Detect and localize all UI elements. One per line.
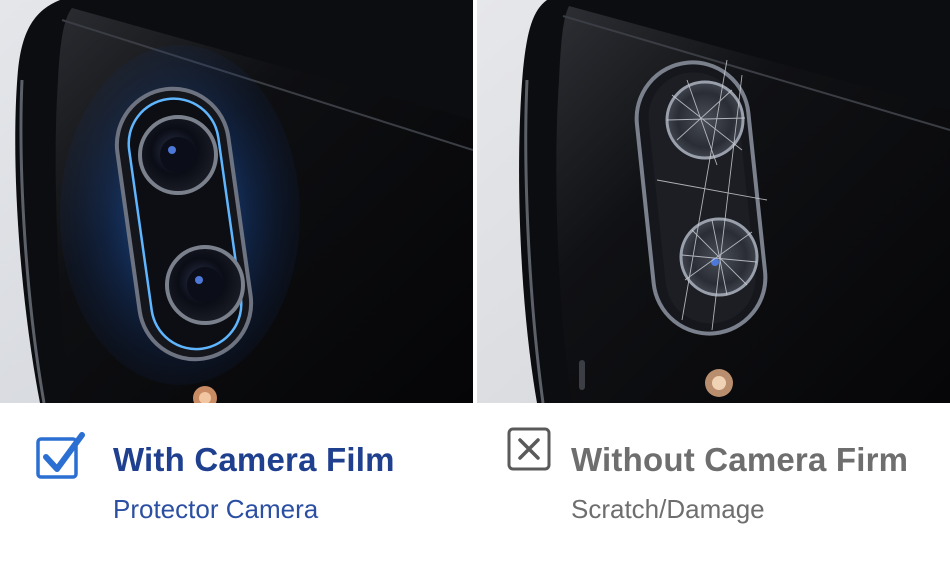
close-box-icon xyxy=(507,427,551,471)
protected-camera-photo xyxy=(0,0,473,403)
without-film-caption: Without Camera Firm Scratch/Damage xyxy=(475,403,950,568)
with-film-subtitle: Protector Camera xyxy=(113,494,319,524)
scratched-camera-photo xyxy=(477,0,950,403)
checkbox-checked-icon xyxy=(36,432,85,479)
with-film-title: With Camera Film xyxy=(113,441,395,478)
without-film-subtitle: Scratch/Damage xyxy=(571,494,765,524)
without-film-title: Without Camera Firm xyxy=(571,441,909,478)
with-film-caption: With Camera Film Protector Camera xyxy=(0,403,475,568)
